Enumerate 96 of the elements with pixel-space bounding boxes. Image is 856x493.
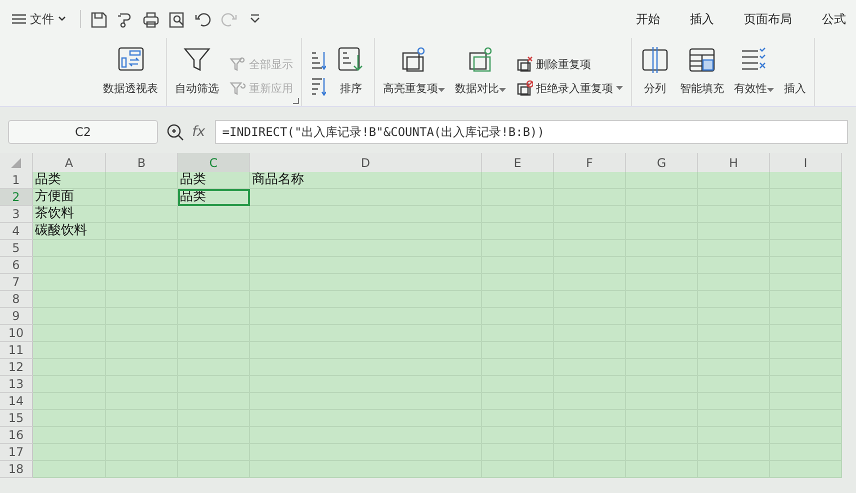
delete-duplicates-button[interactable]: 删除重复项 bbox=[516, 56, 623, 72]
table-cell bbox=[770, 342, 842, 359]
table-cell bbox=[554, 461, 626, 478]
print-preview-icon bbox=[167, 10, 185, 28]
cell-text: 茶饮料 bbox=[35, 206, 74, 222]
undo-button[interactable] bbox=[193, 10, 211, 28]
table-cell bbox=[554, 172, 626, 189]
cell-text: 品类 bbox=[35, 172, 61, 188]
sort-descending-icon bbox=[310, 76, 326, 96]
cell-text: 商品名称 bbox=[252, 172, 304, 188]
formula-field[interactable]: =INDIRECT("出入库记录!B"&COUNTA(出入库记录!B:B)) bbox=[215, 120, 848, 144]
table-cell bbox=[626, 172, 698, 189]
row-header[interactable]: 10 bbox=[0, 325, 33, 342]
table-cell bbox=[698, 172, 770, 189]
undo-icon bbox=[193, 10, 211, 28]
caret-icon bbox=[767, 88, 774, 92]
row-header[interactable]: 15 bbox=[0, 410, 33, 427]
row-header[interactable]: 16 bbox=[0, 427, 33, 444]
table-cell bbox=[770, 359, 842, 376]
name-box[interactable]: C2 bbox=[8, 120, 158, 144]
row-header[interactable]: 3 bbox=[0, 206, 33, 223]
table-cell bbox=[770, 393, 842, 410]
row-header[interactable]: 8 bbox=[0, 291, 33, 308]
ribbon-tab[interactable]: 开始 bbox=[634, 8, 662, 30]
smart-fill-button[interactable]: 智能填充 bbox=[680, 45, 724, 96]
row-header[interactable]: 13 bbox=[0, 376, 33, 393]
split-columns-icon bbox=[640, 45, 670, 73]
cell-text: 方便面 bbox=[35, 189, 74, 205]
reject-duplicates-icon bbox=[516, 80, 533, 96]
table-cell bbox=[770, 427, 842, 444]
delete-duplicates-icon bbox=[516, 56, 533, 72]
table-cell bbox=[770, 291, 842, 308]
ribbon-tab[interactable]: 页面布局 bbox=[742, 8, 794, 30]
table-cell bbox=[770, 223, 842, 240]
split-columns-button[interactable]: 分列 bbox=[640, 45, 670, 96]
reject-duplicates-button[interactable]: 拒绝录入重复项 bbox=[516, 80, 623, 96]
table-cell bbox=[770, 189, 842, 206]
table-cell bbox=[770, 376, 842, 393]
row-header[interactable]: 4 bbox=[0, 223, 33, 240]
row-header[interactable]: 17 bbox=[0, 444, 33, 461]
row-header[interactable]: 1 bbox=[0, 172, 33, 189]
pivot-table-icon bbox=[116, 45, 146, 73]
table-cell bbox=[770, 172, 842, 189]
table-cell bbox=[770, 444, 842, 461]
highlight-duplicates-button[interactable]: 高亮重复项 bbox=[383, 45, 445, 96]
pivot-table-button[interactable]: 数据透视表 bbox=[103, 45, 158, 96]
select-all-icon bbox=[11, 158, 21, 168]
table-cell bbox=[770, 461, 842, 478]
table-cell bbox=[770, 308, 842, 325]
row-header[interactable]: 11 bbox=[0, 342, 33, 359]
compare-data-button[interactable]: 数据对比 bbox=[455, 45, 506, 96]
table-cell bbox=[770, 274, 842, 291]
caret-icon bbox=[616, 86, 623, 90]
table-cell bbox=[482, 461, 554, 478]
sort-button[interactable]: 排序 bbox=[336, 45, 366, 96]
table-cell bbox=[698, 461, 770, 478]
file-menu[interactable]: 文件 bbox=[8, 8, 70, 30]
row-header[interactable]: 18 bbox=[0, 461, 33, 478]
table-cell bbox=[770, 410, 842, 427]
caret-icon bbox=[499, 88, 506, 92]
chevron-down-icon bbox=[58, 16, 66, 22]
row-header[interactable]: 14 bbox=[0, 393, 33, 410]
save-button[interactable] bbox=[89, 10, 107, 28]
table-cell bbox=[106, 461, 178, 478]
funnel-eye-icon bbox=[229, 56, 246, 72]
row-header[interactable]: 7 bbox=[0, 274, 33, 291]
table-cell bbox=[178, 461, 250, 478]
validation-list-button[interactable]: 有效性 bbox=[734, 45, 774, 96]
printer-icon bbox=[141, 10, 159, 28]
table-cell bbox=[770, 206, 842, 223]
row-header[interactable]: 5 bbox=[0, 240, 33, 257]
row-header[interactable]: 2 bbox=[0, 189, 33, 206]
table-cell bbox=[770, 325, 842, 342]
table-cell bbox=[626, 461, 698, 478]
print-preview-button[interactable] bbox=[167, 10, 185, 28]
function-label[interactable]: fx bbox=[192, 124, 206, 140]
zoom-icon bbox=[166, 123, 184, 141]
sort-ascending-icon bbox=[310, 50, 326, 70]
table-cell bbox=[770, 257, 842, 274]
cell-text: 品类 bbox=[180, 172, 206, 188]
menu-icon bbox=[12, 14, 26, 24]
caret-icon bbox=[438, 88, 445, 92]
ribbon-tab[interactable]: 公式 bbox=[820, 8, 848, 30]
row-header[interactable]: 12 bbox=[0, 359, 33, 376]
redo-icon bbox=[219, 10, 237, 28]
ribbon-tab[interactable]: 插入 bbox=[688, 8, 716, 30]
insert-button[interactable]: 插入 bbox=[784, 81, 806, 96]
row-header[interactable]: 9 bbox=[0, 308, 33, 325]
cell-text: 碳酸饮料 bbox=[35, 223, 87, 239]
row-header[interactable]: 6 bbox=[0, 257, 33, 274]
save-icon bbox=[89, 10, 107, 28]
printer-button[interactable] bbox=[141, 10, 159, 28]
funnel-button[interactable]: 自动筛选 bbox=[175, 45, 219, 96]
dialog-launcher-icon[interactable] bbox=[293, 98, 299, 104]
table-cell bbox=[770, 240, 842, 257]
funnel-refresh-icon bbox=[229, 80, 246, 96]
